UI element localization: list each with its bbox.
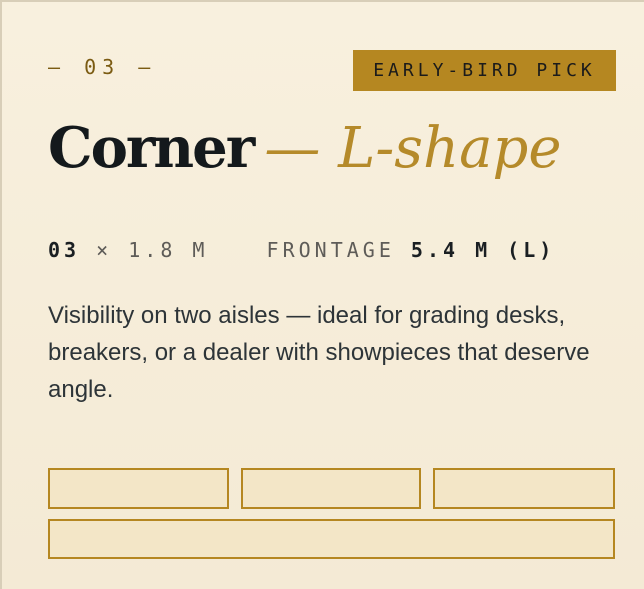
booth-title-sub: — L-shape (264, 116, 562, 181)
frontage-value: 5.4 M (L) (410, 238, 556, 262)
booth-description: Visibility on two aisles — ideal for gra… (48, 302, 590, 403)
booth-index: — 03 — (48, 55, 157, 79)
booth-size-times: × (96, 238, 113, 262)
booth-input-2[interactable] (241, 468, 421, 509)
booth-size-prefix: 03 (48, 238, 81, 262)
booth-input-3[interactable] (433, 468, 615, 509)
booth-card: — 03 — EARLY-BIRD PICK Corner — L-shape … (0, 0, 644, 589)
early-bird-badge: EARLY-BIRD PICK (353, 50, 616, 91)
booth-title-main: Corner (48, 115, 255, 181)
booth-specs: 03 × 1.8 M FRONTAGE 5.4 M (L) (48, 238, 628, 262)
booth-input-1[interactable] (48, 468, 229, 509)
booth-size-length: 1.8 M (128, 238, 209, 262)
frontage-label: FRONTAGE (266, 238, 395, 262)
booth-title: Corner — L-shape (48, 120, 561, 177)
booth-input-4[interactable] (48, 519, 615, 559)
